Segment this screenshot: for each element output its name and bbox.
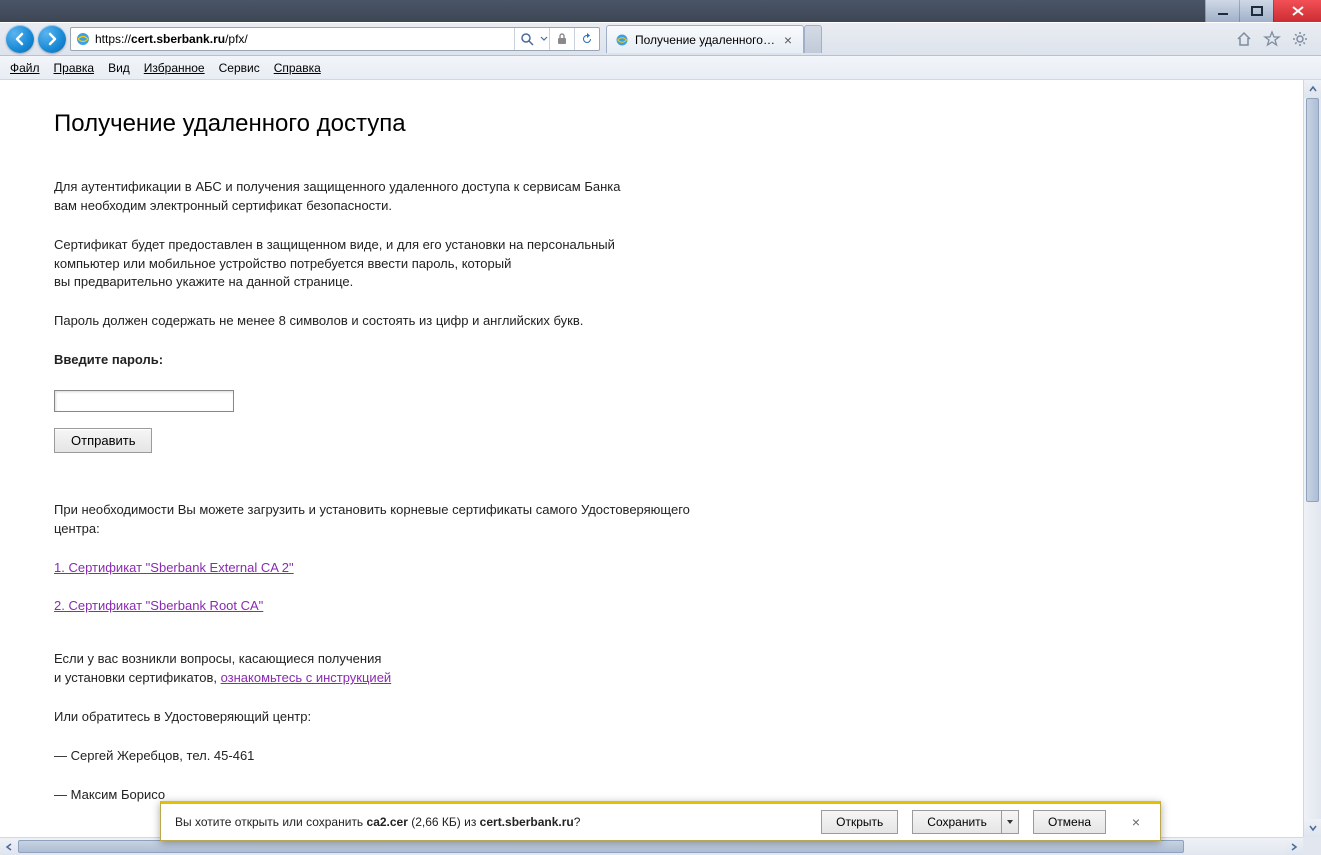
page-title: Получение удаленного доступа [54,110,1249,138]
chevron-up-icon [1308,84,1318,94]
window-close-button[interactable] [1273,0,1321,22]
scroll-left-button[interactable] [0,838,18,855]
cert-text: вы предварительно укажите на данной стра… [54,273,1249,292]
forward-button[interactable] [38,25,66,53]
home-button[interactable] [1235,30,1253,48]
vertical-scrollbar[interactable] [1303,80,1321,837]
search-button[interactable] [515,32,539,46]
close-icon [1292,6,1304,16]
menu-view[interactable]: Вид [108,61,130,75]
download-close-button[interactable]: × [1126,814,1146,830]
intro-text: вам необходим электронный сертификат без… [54,197,1249,216]
menu-file[interactable]: Файл [10,61,40,75]
instructions-link[interactable]: ознакомьтесь с инструкцией [221,670,392,685]
scroll-thumb[interactable] [1306,98,1319,502]
download-notification-bar: Вы хотите открыть или сохранить ca2.cer … [160,801,1161,841]
tab-close-button[interactable]: × [781,33,795,47]
scroll-down-button[interactable] [1304,819,1321,837]
help-text: и установки сертификатов, ознакомьтесь с… [54,669,1249,688]
security-lock[interactable] [550,32,574,46]
refresh-button[interactable] [575,32,599,46]
chevron-right-icon [1289,842,1299,852]
back-arrow-icon [13,32,27,46]
chevron-down-icon [1006,818,1014,826]
cert-link-external-ca2[interactable]: 1. Сертификат "Sberbank External CA 2" [54,560,294,575]
menu-bar: Файл Правка Вид Избранное Сервис Справка [0,56,1321,80]
menu-help[interactable]: Справка [274,61,321,75]
ie-favicon-icon [615,33,629,47]
submit-button[interactable]: Отправить [54,428,152,453]
active-tab[interactable]: Получение удаленного до... × [606,25,804,53]
scroll-right-button[interactable] [1285,838,1303,855]
scroll-thumb[interactable] [18,840,1184,853]
tools-button[interactable] [1291,30,1309,48]
window-maximize-button[interactable] [1239,0,1273,22]
window-minimize-button[interactable] [1205,0,1239,22]
forward-arrow-icon [45,32,59,46]
contact-entry: — Сергей Жеребцов, тел. 45-461 [54,747,1249,766]
cert-text: компьютер или мобильное устройство потре… [54,255,1249,274]
download-open-button[interactable]: Открыть [821,810,898,834]
page-content: Получение удаленного доступа Для аутенти… [0,80,1303,837]
tab-strip: Получение удаленного до... × [606,25,822,53]
root-cert-text: центра: [54,520,1249,539]
download-cancel-button[interactable]: Отмена [1033,810,1106,834]
search-icon [520,32,534,46]
window-title-bar [0,0,1321,22]
download-message: Вы хотите открыть или сохранить ca2.cer … [175,815,807,829]
maximize-icon [1251,6,1263,16]
ie-favicon-icon [75,31,91,47]
back-button[interactable] [6,25,34,53]
star-icon [1263,30,1281,48]
chevron-left-icon [4,842,14,852]
chevron-down-icon [1308,823,1318,833]
scroll-track[interactable] [1304,98,1321,819]
home-icon [1235,30,1253,48]
new-tab-button[interactable] [804,25,822,53]
intro-text: Для аутентификации в АБС и получения защ… [54,178,1249,197]
refresh-icon [580,32,594,46]
menu-edit[interactable]: Правка [54,61,95,75]
cert-text: Сертификат будет предоставлен в защищенн… [54,236,1249,255]
cert-link-root-ca[interactable]: 2. Сертификат "Sberbank Root CA" [54,598,263,613]
menu-tools[interactable]: Сервис [219,61,260,75]
minimize-icon [1217,6,1229,16]
favorites-button[interactable] [1263,30,1281,48]
root-cert-text: При необходимости Вы можете загрузить и … [54,501,1249,520]
command-bar [1235,30,1315,48]
tab-title: Получение удаленного до... [635,33,775,47]
download-save-dropdown[interactable] [1002,810,1019,834]
contact-heading: Или обратитесь в Удостоверяющий центр: [54,708,1249,727]
search-dropdown[interactable] [539,35,549,43]
download-save-button[interactable]: Сохранить [912,810,1002,834]
help-text: Если у вас возникли вопросы, касающиеся … [54,650,1249,669]
lock-icon [556,32,568,46]
password-rules: Пароль должен содержать не менее 8 симво… [54,312,1249,331]
password-input[interactable] [54,390,234,412]
password-label: Введите пароль: [54,351,1249,370]
gear-icon [1291,30,1309,48]
menu-favorites[interactable]: Избранное [144,61,205,75]
url-text: https://cert.sberbank.ru/pfx/ [95,32,510,46]
chevron-down-icon [540,35,548,43]
scroll-corner [1303,837,1321,855]
scroll-up-button[interactable] [1304,80,1321,98]
address-bar[interactable]: https://cert.sberbank.ru/pfx/ [70,27,600,51]
navigation-bar: https://cert.sberbank.ru/pfx/ Получение … [0,22,1321,56]
viewport: Получение удаленного доступа Для аутенти… [0,80,1321,855]
